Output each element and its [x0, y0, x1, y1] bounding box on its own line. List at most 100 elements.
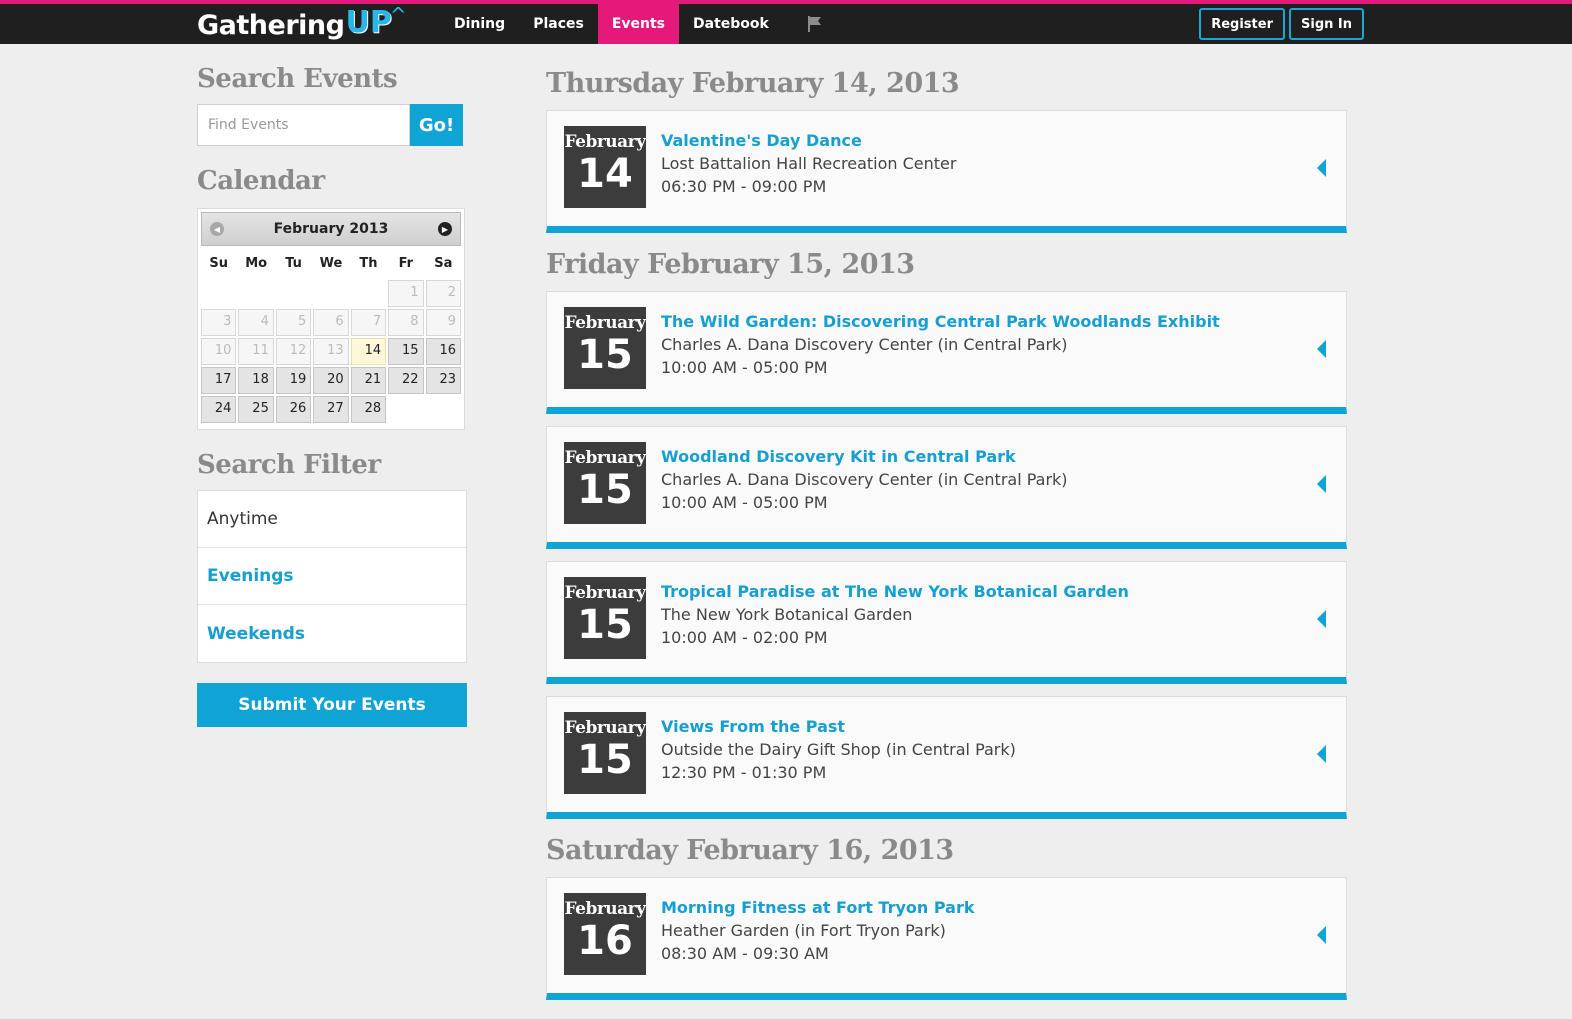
sign-in-button[interactable]: Sign In [1289, 8, 1364, 40]
event-date-badge: February 15 [564, 442, 646, 524]
filter-anytime[interactable]: Anytime [198, 491, 466, 548]
calendar-day[interactable]: 27 [313, 396, 349, 423]
calendar-day[interactable]: 21 [350, 367, 387, 394]
search-filter-heading: Search Filter [197, 450, 381, 480]
expand-arrow-icon[interactable] [1317, 159, 1326, 177]
event-month: February [564, 718, 646, 738]
event-title-link[interactable]: Morning Fitness at Fort Tryon Park [661, 898, 974, 921]
event-month: February [564, 313, 646, 333]
auth-buttons: Register Sign In [1199, 8, 1364, 40]
calendar-day[interactable]: 26 [275, 396, 312, 423]
event-venue: Charles A. Dana Discovery Center (in Cen… [661, 335, 1068, 354]
expand-arrow-icon[interactable] [1317, 745, 1326, 763]
event-venue: The New York Botanical Garden [661, 605, 913, 624]
calendar-day[interactable]: 28 [350, 396, 387, 423]
calendar-day[interactable]: 16 [425, 338, 461, 365]
nav-datebook[interactable]: Datebook [679, 4, 783, 44]
event-info: Views From the Past Outside the Dairy Gif… [661, 717, 1016, 786]
event-day: 16 [577, 918, 633, 964]
event-title-link[interactable]: Woodland Discovery Kit in Central Park [661, 447, 1068, 470]
event-title-link[interactable]: Tropical Paradise at The New York Botani… [661, 582, 1129, 605]
event-day: 15 [577, 602, 633, 648]
calendar-day: 4 [238, 309, 274, 336]
expand-arrow-icon[interactable] [1317, 610, 1326, 628]
calendar-day[interactable]: 25 [238, 396, 274, 423]
calendar-day[interactable]: 15 [388, 338, 424, 365]
event-day: 15 [577, 737, 633, 783]
event-day: 15 [577, 467, 633, 513]
expand-arrow-icon[interactable] [1317, 475, 1326, 493]
day-heading: Saturday February 16, 2013 [546, 835, 954, 866]
filter-evenings[interactable]: Evenings [198, 548, 466, 605]
event-card[interactable]: February 14 Valentine's Day Dance Lost Batt… [546, 110, 1347, 233]
event-title-link[interactable]: The Wild Garden: Discovering Central Par… [661, 312, 1220, 335]
event-date-badge: February 16 [564, 893, 646, 975]
event-title-link[interactable]: Valentine's Day Dance [661, 131, 956, 154]
day-group: Thursday February 14, 2013 February 14 Vale… [546, 64, 1348, 233]
calendar-day: 3 [201, 309, 237, 336]
nav-dining[interactable]: Dining [440, 4, 519, 44]
event-venue: Lost Battalion Hall Recreation Center [661, 154, 957, 173]
calendar-day[interactable]: 17 [201, 367, 237, 394]
event-month: February [564, 583, 646, 603]
calendar-day[interactable]: 18 [238, 367, 274, 394]
calendar-day: 2 [425, 280, 461, 307]
calendar-day: 11 [238, 338, 274, 365]
calendar-header: ◀ February 2013 ▶ [201, 212, 461, 246]
event-info: The Wild Garden: Discovering Central Par… [661, 312, 1220, 381]
calendar-day: 1 [388, 280, 424, 307]
logo-text: Gathering [197, 9, 345, 41]
calendar-weekday: Su [209, 255, 229, 271]
day-heading: Friday February 15, 2013 [546, 249, 915, 280]
calendar-day: 9 [425, 309, 461, 336]
event-card[interactable]: February 15 Tropical Paradise at The New Y… [546, 561, 1347, 684]
event-card[interactable]: February 16 Morning Fitness at Fort Tryon … [546, 877, 1347, 1000]
nav-events[interactable]: Events [597, 4, 680, 44]
main-nav: Dining Places Events Datebook [440, 4, 837, 44]
event-info: Valentine's Day Dance Lost Battalion Hall… [661, 131, 956, 200]
expand-arrow-icon[interactable] [1317, 926, 1326, 944]
event-info: Woodland Discovery Kit in Central Park Ch… [661, 447, 1068, 516]
flag-icon[interactable] [793, 4, 837, 44]
calendar-day: 10 [201, 338, 237, 365]
go-button[interactable]: Go! [410, 104, 463, 146]
calendar-day[interactable]: 14 [350, 338, 387, 365]
expand-arrow-icon[interactable] [1317, 340, 1326, 358]
calendar-day[interactable]: 24 [201, 396, 237, 423]
calendar-widget: ◀ February 2013 ▶ Su Mo Tu We Th Fr Sa 1234567… [197, 208, 465, 430]
calendar-day[interactable]: 23 [425, 367, 461, 394]
logo-caret-icon: ^ [389, 3, 407, 27]
top-navbar: Gathering UP ^ Dining Places Events Date… [0, 0, 1572, 44]
calendar-day[interactable]: 20 [313, 367, 349, 394]
filter-weekends[interactable]: Weekends [198, 605, 466, 662]
event-time: 06:30 PM - 09:00 PM [661, 177, 827, 196]
day-heading: Thursday February 14, 2013 [546, 68, 960, 99]
event-title-link[interactable]: Views From the Past [661, 717, 1016, 740]
submit-events-button[interactable]: Submit Your Events [197, 683, 467, 727]
event-card[interactable]: February 15 Views From the Past Outside the… [546, 696, 1347, 819]
nav-places[interactable]: Places [519, 4, 598, 44]
calendar-weekday: Mo [245, 255, 268, 271]
day-group: Friday February 15, 2013 February 15 The Wi… [546, 245, 1348, 819]
calendar-month-label: February 2013 [273, 221, 389, 237]
search-events-heading: Search Events [197, 64, 398, 94]
calendar-empty-cell [201, 280, 236, 307]
event-card[interactable]: February 15 Woodland Discovery Kit in Cent… [546, 426, 1347, 549]
event-month: February [564, 132, 646, 152]
event-venue: Charles A. Dana Discovery Center (in Cen… [661, 470, 1068, 489]
event-venue: Heather Garden (in Fort Tryon Park) [661, 921, 946, 940]
calendar-prev-icon[interactable]: ◀ [210, 222, 224, 236]
calendar-heading: Calendar [197, 166, 325, 196]
event-time: 08:30 AM - 09:30 AM [661, 944, 829, 963]
calendar-weekday: Fr [398, 255, 414, 271]
register-button[interactable]: Register [1199, 8, 1285, 40]
calendar-day[interactable]: 22 [388, 367, 424, 394]
event-card[interactable]: February 15 The Wild Garden: Discovering C… [546, 291, 1347, 414]
calendar-day[interactable]: 19 [275, 367, 312, 394]
site-logo[interactable]: Gathering UP ^ [197, 3, 407, 44]
filter-list: Anytime Evenings Weekends [197, 490, 467, 663]
event-list: Thursday February 14, 2013 February 14 Vale… [546, 64, 1348, 1012]
event-time: 12:30 PM - 01:30 PM [661, 763, 827, 782]
calendar-next-icon[interactable]: ▶ [437, 222, 452, 236]
search-input[interactable] [197, 104, 410, 146]
